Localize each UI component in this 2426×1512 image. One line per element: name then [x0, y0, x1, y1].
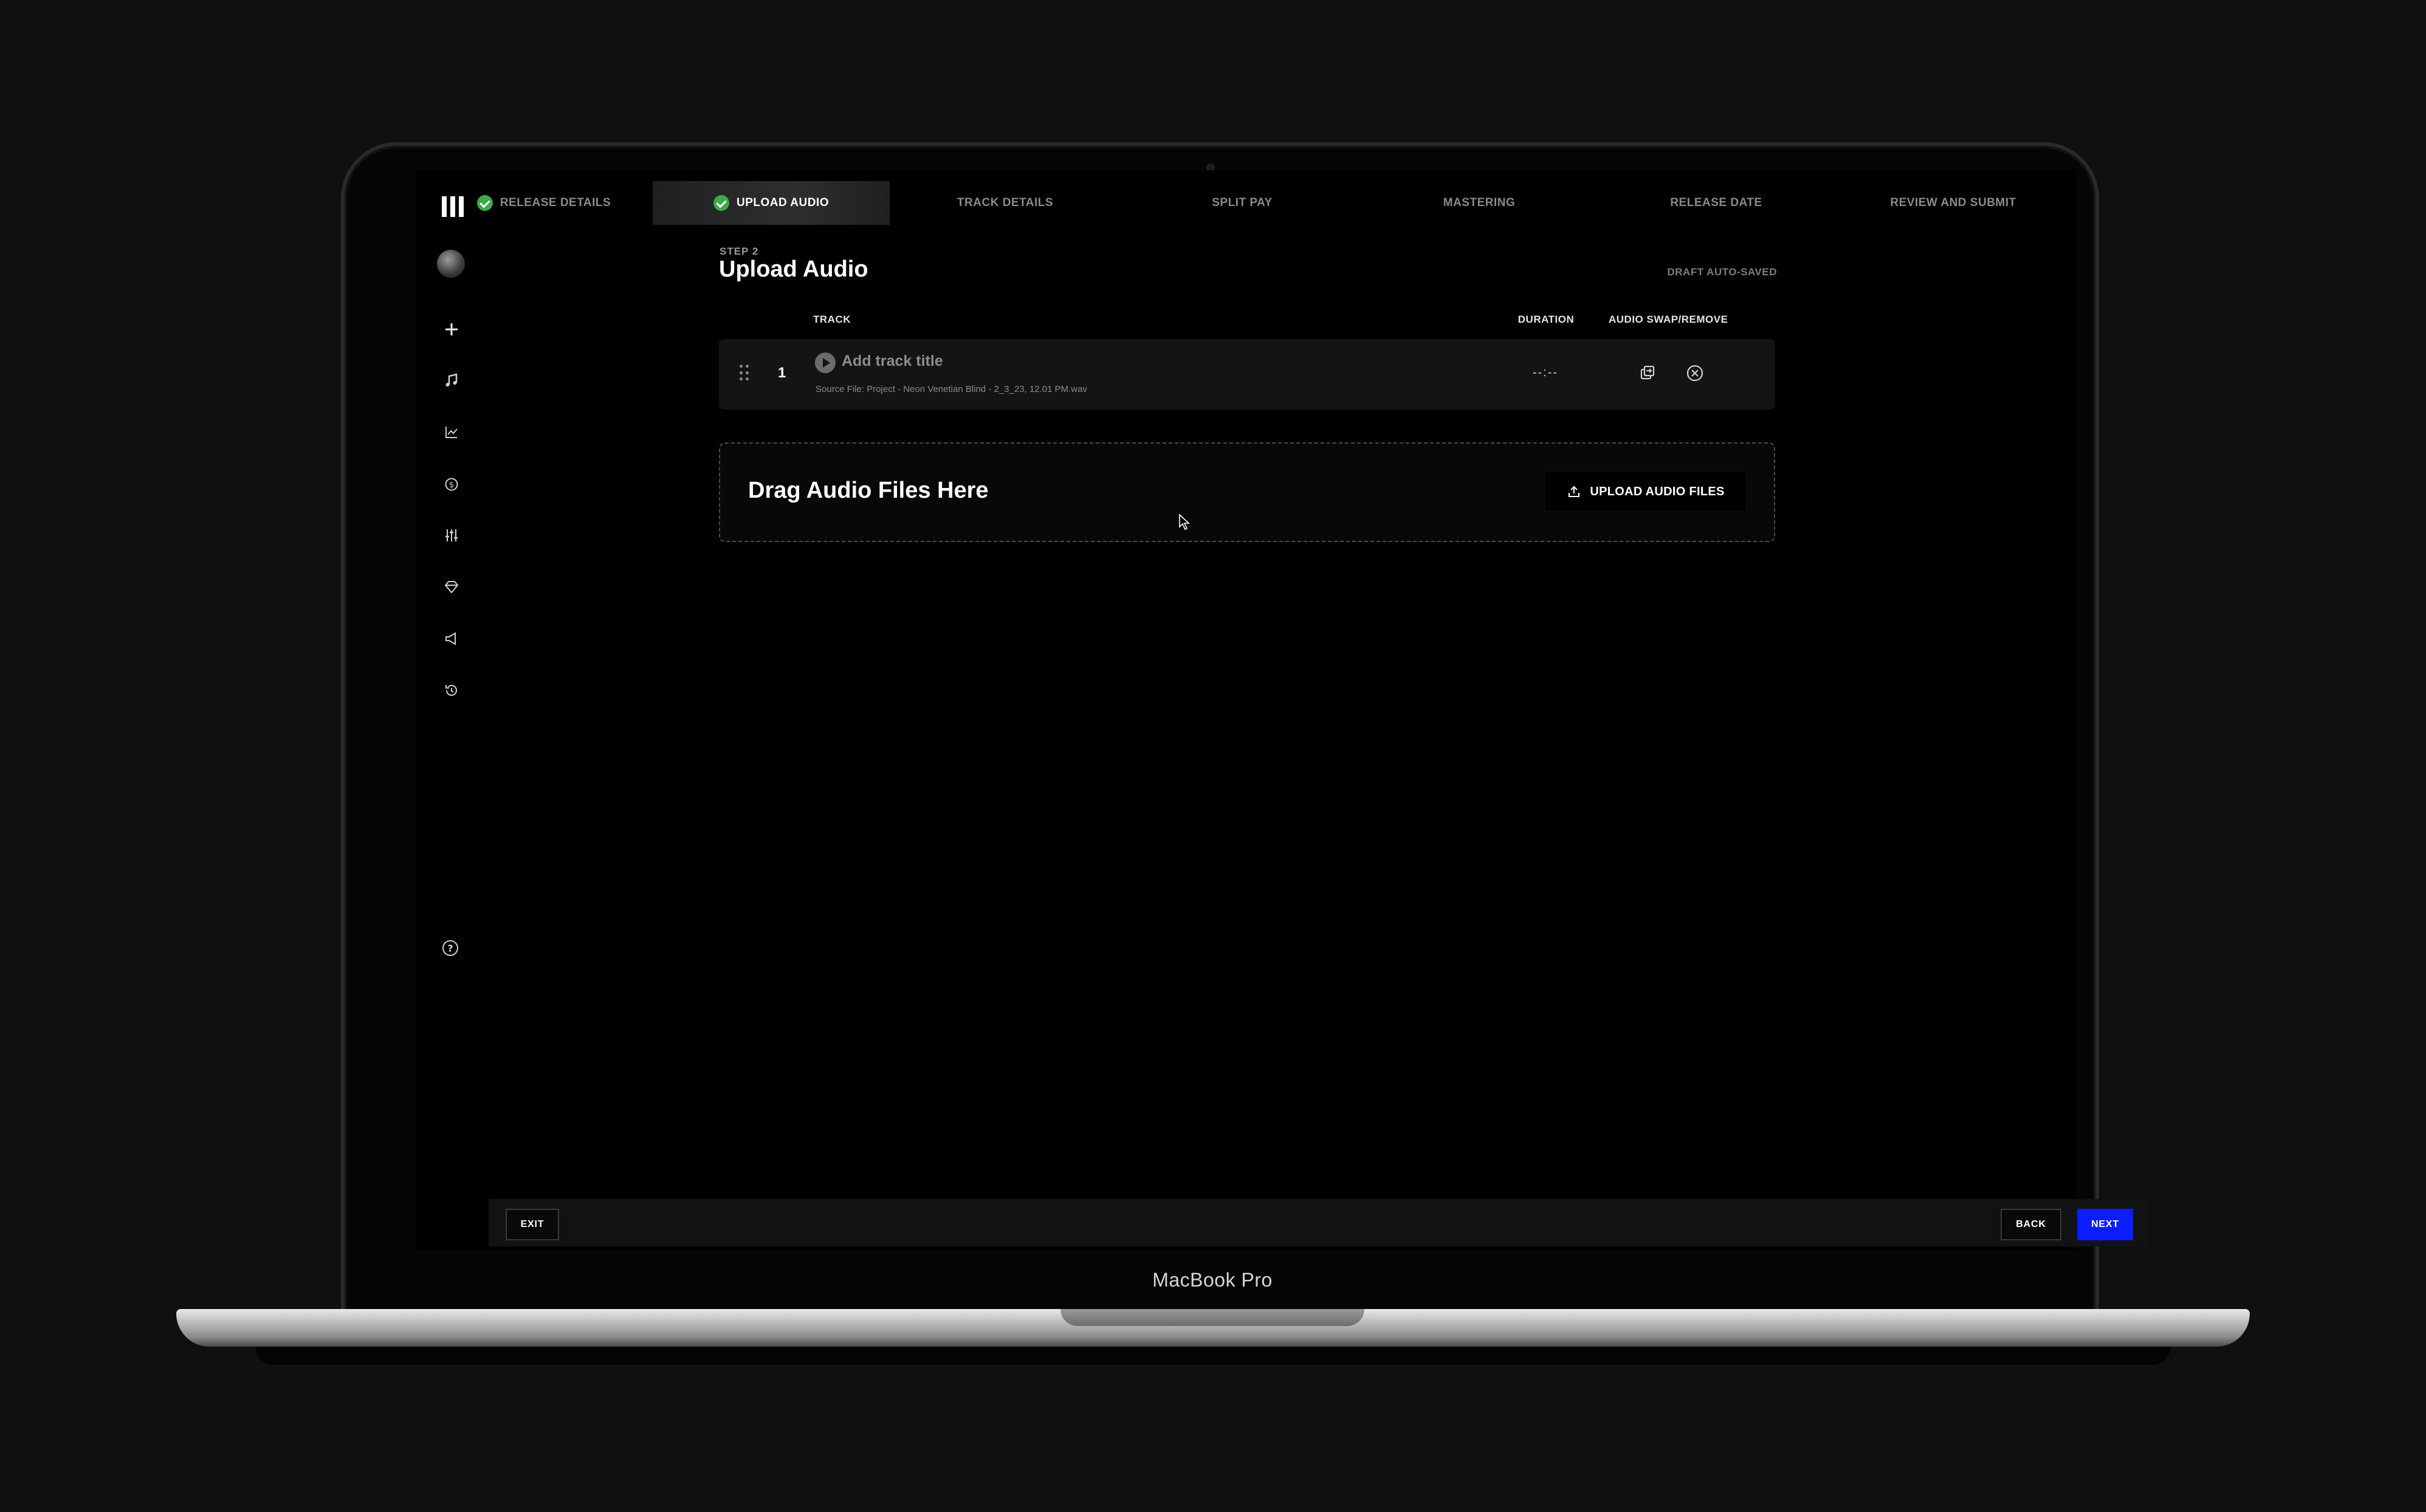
tab-label: RELEASE DATE	[1670, 196, 1762, 209]
autosave-status: DRAFT AUTO-SAVED	[1667, 266, 1777, 278]
device-label: MacBook Pro	[1152, 1269, 1273, 1291]
step-tabs: RELEASE DETAILS UPLOAD AUDIO TRACK DETAI…	[416, 181, 2075, 225]
track-duration: --:--	[1532, 366, 1559, 379]
tab-mastering[interactable]: MASTERING	[1376, 181, 1582, 225]
audio-dropzone[interactable]: Drag Audio Files Here UPLOAD AUDIO FILES	[719, 442, 1775, 542]
page-title: Upload Audio	[719, 256, 868, 282]
music-note-icon[interactable]	[439, 368, 464, 393]
upload-button-label: UPLOAD AUDIO FILES	[1590, 484, 1725, 498]
step-label: STEP 2	[720, 246, 759, 257]
back-button[interactable]: BACK	[2001, 1209, 2061, 1240]
column-header-track: TRACK	[813, 314, 851, 325]
laptop-base-notch	[1060, 1309, 1364, 1326]
tab-upload-audio[interactable]: UPLOAD AUDIO	[653, 181, 890, 225]
track-number: 1	[778, 365, 786, 381]
help-icon[interactable]: ?	[438, 936, 462, 960]
next-button[interactable]: NEXT	[2077, 1209, 2133, 1240]
tab-label: UPLOAD AUDIO	[736, 196, 830, 209]
diamond-icon[interactable]	[439, 575, 464, 599]
megaphone-icon[interactable]	[439, 627, 464, 651]
dropzone-title: Drag Audio Files Here	[748, 478, 989, 503]
column-header-duration: DURATION	[1517, 314, 1575, 325]
plus-icon[interactable]	[439, 317, 464, 342]
tab-label: RELEASE DETAILS	[500, 196, 611, 209]
remove-track-icon[interactable]	[1685, 363, 1705, 383]
tab-release-details[interactable]: RELEASE DETAILS	[468, 181, 620, 225]
footer-bar: EXIT BACK NEXT	[489, 1199, 2148, 1246]
exit-button[interactable]: EXIT	[506, 1209, 559, 1240]
check-circle-icon	[476, 195, 493, 211]
mouse-cursor-icon	[1179, 514, 1191, 531]
track-title-input[interactable]: Add track title	[842, 352, 943, 370]
upload-audio-files-button[interactable]: UPLOAD AUDIO FILES	[1544, 472, 1747, 512]
upload-icon	[1569, 486, 1580, 497]
app-screen: $ ? RELEASE DETAILS UPLOAD AUDIO TRACK D…	[416, 170, 2148, 1251]
dollar-icon[interactable]: $	[439, 472, 464, 497]
drag-handle-icon[interactable]	[740, 365, 749, 382]
history-icon[interactable]	[439, 678, 464, 703]
play-icon[interactable]	[815, 352, 836, 373]
column-header-audio-swap-remove: AUDIO SWAP/REMOVE	[1609, 314, 1728, 325]
sidebar: $ ?	[416, 170, 489, 1251]
tab-label: TRACK DETAILS	[957, 196, 1054, 209]
swap-audio-icon[interactable]	[1638, 363, 1657, 383]
tab-release-date[interactable]: RELEASE DATE	[1613, 181, 1820, 225]
svg-text:?: ?	[447, 943, 453, 954]
laptop-base-shadow	[255, 1347, 2171, 1365]
tab-split-pay[interactable]: SPLIT PAY	[1139, 181, 1345, 225]
tab-track-details[interactable]: TRACK DETAILS	[902, 181, 1108, 225]
tab-review-and-submit[interactable]: REVIEW AND SUBMIT	[1850, 181, 2057, 225]
tab-label: MASTERING	[1443, 196, 1516, 209]
table-row: 1 Add track title Source File: Project -…	[719, 339, 1775, 410]
check-circle-icon	[713, 195, 729, 211]
tab-label: SPLIT PAY	[1212, 196, 1273, 209]
chart-icon[interactable]	[439, 420, 464, 444]
sliders-icon[interactable]	[439, 523, 464, 548]
tab-label: REVIEW AND SUBMIT	[1890, 196, 2016, 209]
avatar[interactable]	[437, 250, 465, 278]
source-file: Source File: Project - Neon Venetian Bli…	[816, 384, 1087, 394]
svg-text:$: $	[449, 481, 454, 490]
